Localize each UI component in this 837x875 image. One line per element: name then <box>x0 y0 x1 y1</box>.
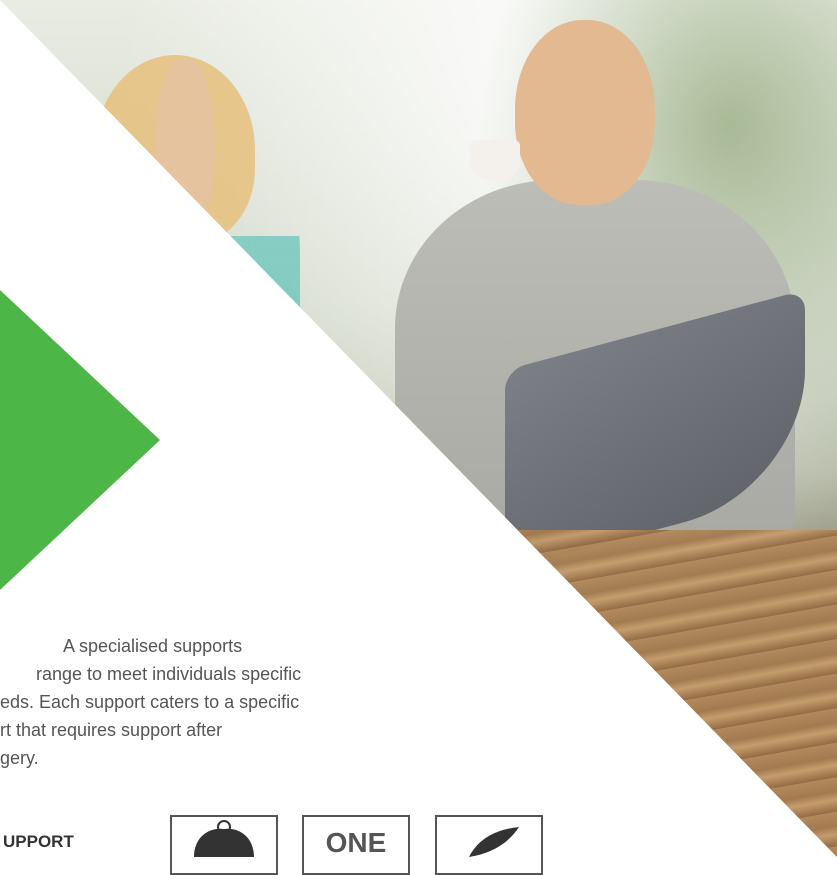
description-line: range to meet individuals specific <box>36 664 302 684</box>
description-line: rt that requires support after <box>0 720 223 740</box>
coffee-cup <box>240 310 290 350</box>
one-size-icon: ONE <box>325 827 387 858</box>
feature-badge: ONE <box>302 815 410 875</box>
man-head <box>515 20 655 205</box>
description-line: gery. <box>0 748 39 768</box>
description-line: A specialised supports <box>63 636 243 656</box>
green-triangle-accent <box>0 290 160 590</box>
feature-badge <box>170 815 278 875</box>
feature-badge <box>435 815 543 875</box>
coffee-cup <box>470 140 520 180</box>
section-label: UPPORT <box>3 832 74 851</box>
description-line: eds. Each support caters to a specific <box>0 692 300 712</box>
leaf-icon <box>469 827 519 857</box>
muscle-icon <box>194 820 254 857</box>
